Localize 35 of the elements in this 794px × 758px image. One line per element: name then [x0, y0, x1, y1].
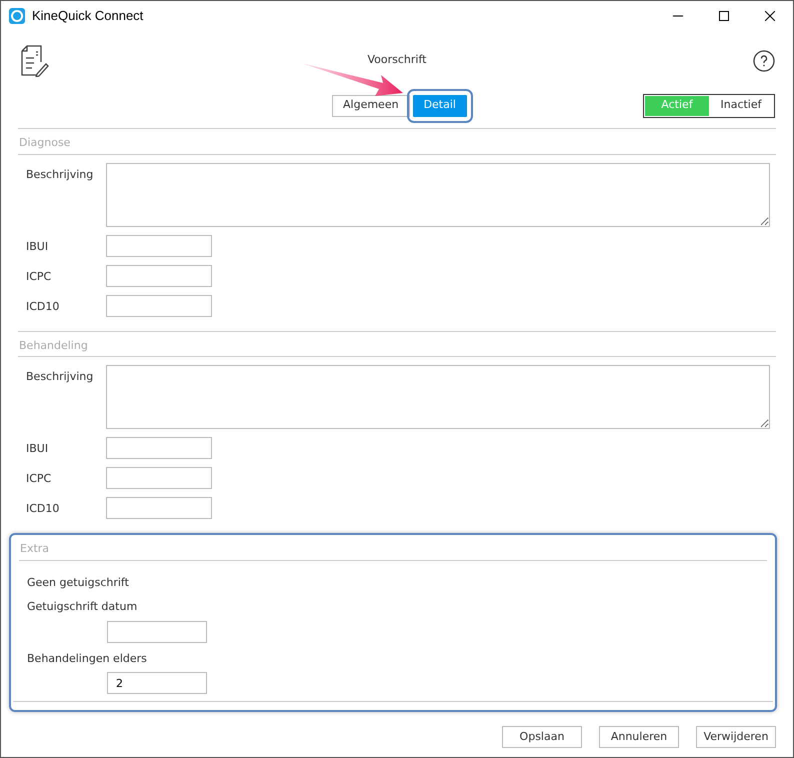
app-logo-icon: [9, 8, 25, 24]
document-edit-icon: [19, 45, 49, 77]
input-field[interactable]: [106, 497, 212, 519]
input-field[interactable]: [107, 620, 207, 642]
text-area[interactable]: [106, 162, 770, 226]
page-title: Voorschrift: [368, 53, 426, 66]
footer-button[interactable]: Verwijderen: [696, 726, 776, 748]
field-label: ICPC: [26, 471, 52, 487]
tab[interactable]: Algemeen: [332, 94, 410, 116]
input-field[interactable]: [106, 234, 212, 256]
input-field[interactable]: [106, 264, 212, 286]
input-field[interactable]: 2: [107, 672, 207, 694]
help-icon[interactable]: [753, 50, 775, 72]
field-label: IBUI: [26, 441, 50, 457]
window-title: KineQuick Connect: [32, 7, 144, 26]
input-field[interactable]: [106, 467, 212, 489]
input-field[interactable]: [106, 294, 212, 316]
section-title: Extra: [19, 541, 767, 560]
section-title: Behandeling: [18, 330, 776, 357]
field-label: ICPC: [26, 268, 52, 284]
footer-button[interactable]: Opslaan: [502, 726, 582, 748]
field-label: Behandelingen elders: [27, 652, 147, 664]
close-icon[interactable]: [765, 11, 775, 21]
maximize-icon[interactable]: [719, 11, 729, 21]
field-label: Beschrijving: [26, 166, 94, 182]
field-label: ICD10: [26, 298, 60, 314]
note-text: Geen getuigschrift: [27, 576, 129, 588]
section-title: Diagnose: [18, 128, 776, 154]
footer-button[interactable]: Annuleren: [599, 726, 679, 748]
input-field[interactable]: [106, 437, 212, 459]
field-label: Beschrijving: [26, 369, 94, 385]
field-label: IBUI: [26, 238, 50, 254]
field-label: Getuigschrift datum: [27, 600, 138, 613]
text-area[interactable]: [106, 365, 770, 429]
field-label: ICD10: [26, 501, 60, 517]
